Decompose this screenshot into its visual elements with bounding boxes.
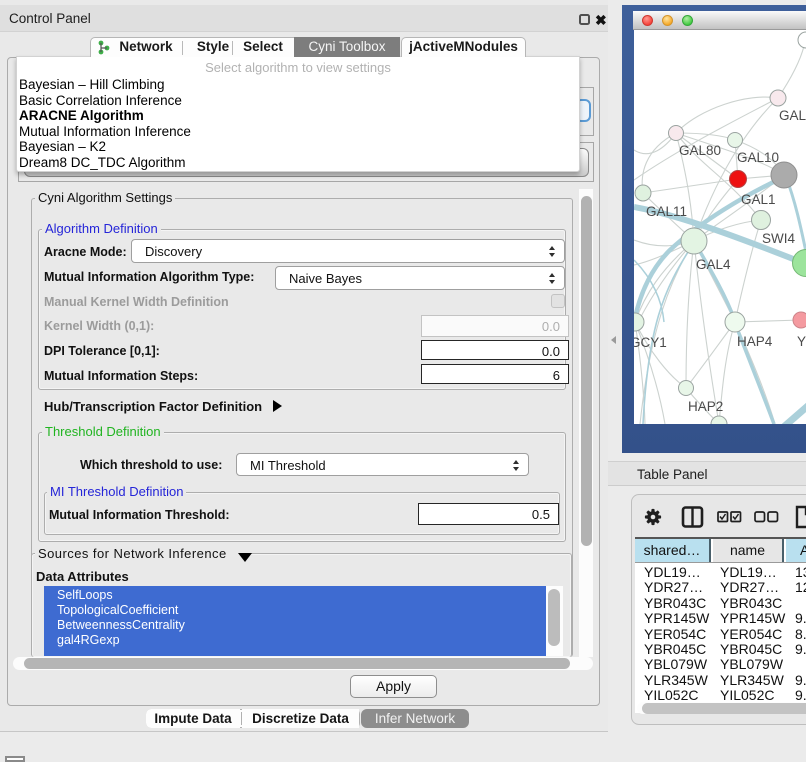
svg-text:Y: Y [797,334,806,349]
svg-text:GCY1: GCY1 [634,335,667,350]
svg-text:GAL: GAL [779,108,806,123]
svg-text:GAL11: GAL11 [646,204,687,219]
svg-text:GAL80: GAL80 [679,143,721,158]
svg-text:GAL10: GAL10 [737,150,779,165]
svg-text:HAP2: HAP2 [688,399,723,414]
svg-text:HAP4: HAP4 [737,334,773,349]
svg-text:GAL1: GAL1 [741,192,776,207]
svg-text:GAL4: GAL4 [696,257,731,272]
svg-text:SWI4: SWI4 [762,231,795,246]
